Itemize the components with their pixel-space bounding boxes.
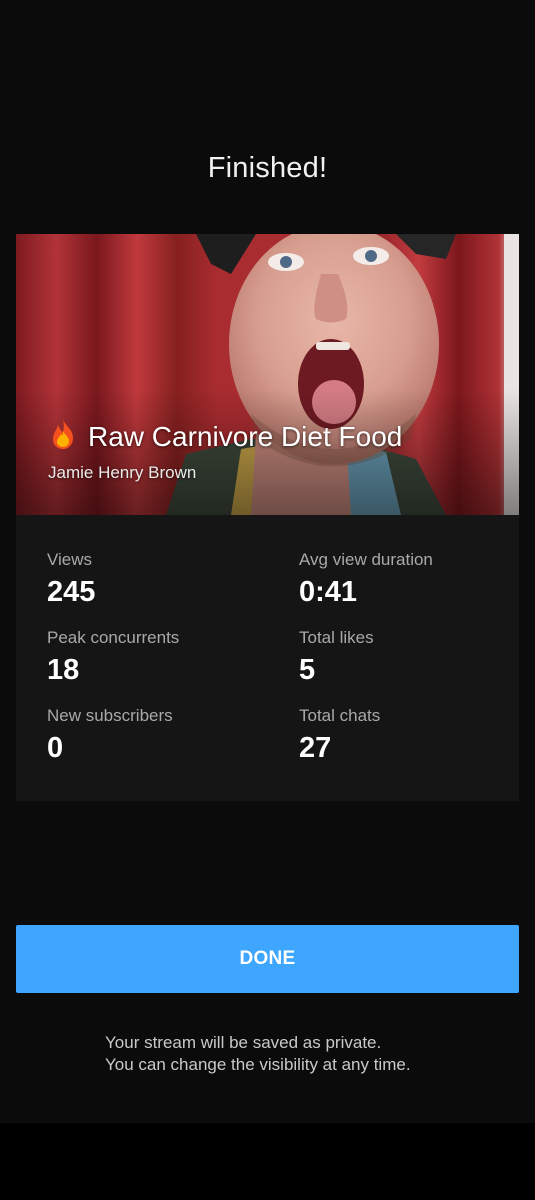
privacy-note-line-2: You can change the visibility at any tim… [105,1055,411,1074]
stat-label: Avg view duration [299,550,433,569]
live-summary-screen: Finished! Raw Carnivore Diet Food Jamie … [0,0,535,1123]
stat-total-likes: Total likes 5 [299,628,374,687]
stat-avg-view-duration: Avg view duration 0:41 [299,550,433,609]
stat-value: 0:41 [299,576,358,608]
stat-value: 245 [47,576,96,608]
stat-value: 0 [47,732,64,764]
system-navigation-bar [0,1123,535,1200]
stat-peak-concurrents: Peak concurrents 18 [47,628,179,687]
stream-summary-card: Raw Carnivore Diet Food Jamie Henry Brow… [16,234,519,801]
fire-icon [53,419,73,449]
done-button[interactable]: DONE [16,925,519,993]
stat-total-chats: Total chats 27 [299,706,380,765]
stat-value: 18 [47,654,80,686]
privacy-note: Your stream will be saved as private. Yo… [105,1032,411,1076]
stat-value: 27 [299,732,332,764]
stat-label: New subscribers [47,706,173,725]
stream-title: Raw Carnivore Diet Food [48,418,402,453]
stream-thumbnail: Raw Carnivore Diet Food Jamie Henry Brow… [16,234,519,515]
stat-label: Total chats [299,706,381,725]
stream-title-text: Raw Carnivore Diet Food [88,421,403,452]
page-title: Finished! [207,152,328,184]
stat-views: Views 245 [47,550,95,609]
stat-value: 5 [299,654,316,686]
stat-label: Peak concurrents [47,628,180,647]
channel-name: Jamie Henry Brown [48,463,197,482]
stat-label: Views [47,550,93,569]
privacy-note-line-1: Your stream will be saved as private. [105,1033,382,1052]
stat-label: Total likes [299,628,374,647]
stat-new-subscribers: New subscribers 0 [47,706,173,765]
